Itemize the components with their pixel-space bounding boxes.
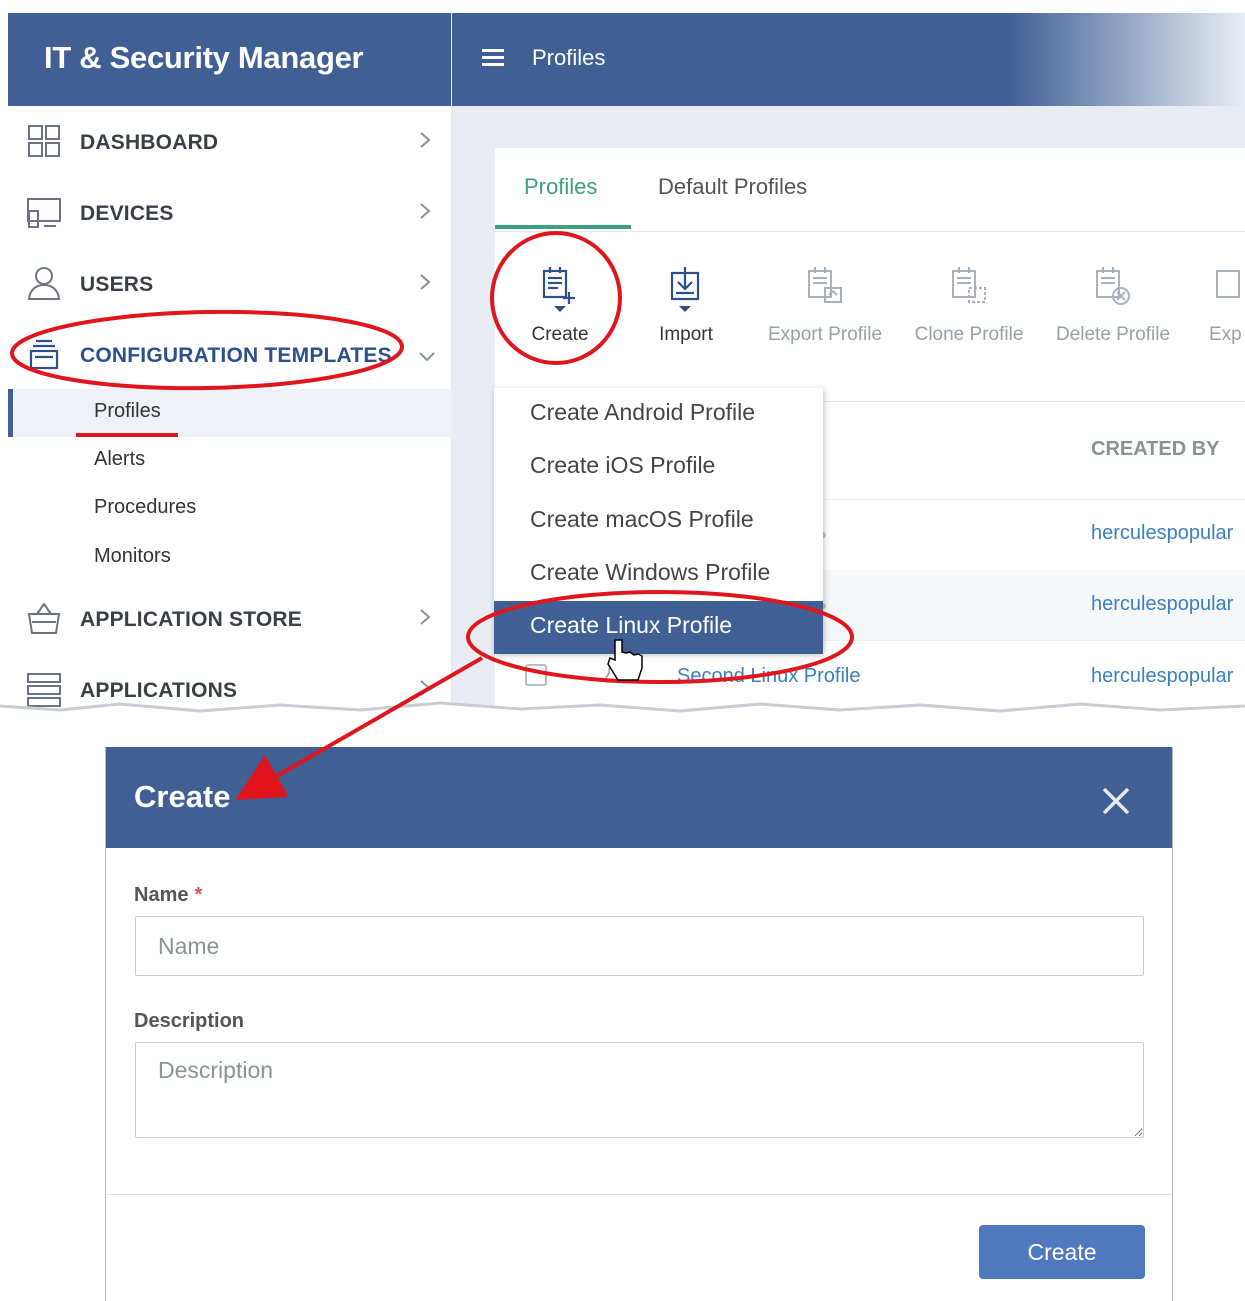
export-label: Exp bbox=[1209, 324, 1242, 345]
store-icon bbox=[27, 602, 61, 634]
column-header-created-by[interactable]: CREATED BY bbox=[1091, 438, 1220, 461]
sidebar-subitem-label: Alerts bbox=[94, 448, 146, 470]
app-title: IT & Security Manager bbox=[8, 13, 451, 106]
create-submit-button[interactable]: Create bbox=[979, 1225, 1145, 1279]
sidebar-item-configuration-templates[interactable]: CONFIGURATION TEMPLATES bbox=[8, 324, 452, 384]
hamburger-menu-icon[interactable] bbox=[482, 49, 504, 67]
close-icon[interactable] bbox=[1100, 785, 1132, 817]
import-button[interactable]: Import bbox=[621, 264, 751, 354]
page-title: Profiles bbox=[532, 45, 606, 70]
chevron-right-icon bbox=[420, 203, 431, 219]
tab-profiles[interactable]: Profiles bbox=[524, 174, 597, 200]
sidebar-subitem-alerts[interactable]: Alerts bbox=[8, 437, 452, 485]
menu-item-create-ios-profile[interactable]: Create iOS Profile bbox=[494, 441, 823, 494]
description-input[interactable] bbox=[135, 1042, 1144, 1138]
menu-item-create-macos-profile[interactable]: Create macOS Profile bbox=[494, 495, 823, 548]
menu-item-create-windows-profile[interactable]: Create Windows Profile bbox=[494, 548, 823, 601]
chevron-right-icon bbox=[420, 274, 431, 290]
sidebar-subitem-procedures[interactable]: Procedures bbox=[8, 485, 452, 533]
import-button-label: Import bbox=[659, 324, 713, 345]
description-field-label: Description bbox=[134, 1010, 245, 1032]
create-profile-icon bbox=[542, 267, 575, 312]
clone-profile-button[interactable]: Clone Profile bbox=[899, 264, 1039, 354]
name-input[interactable] bbox=[135, 916, 1144, 976]
export-profile-button[interactable]: Export Profile bbox=[755, 264, 895, 354]
name-field-label: Name * bbox=[134, 884, 202, 907]
sidebar-item-label: USERS bbox=[80, 273, 154, 296]
dialog-title: Create bbox=[134, 779, 231, 814]
user-icon bbox=[27, 267, 61, 300]
created-by-link[interactable]: herculespopular bbox=[1091, 522, 1233, 545]
create-profile-dialog: Create Name* Description Create bbox=[105, 747, 1173, 1301]
sidebar: DASHBOARD DEVICES USERS CONFIGURATION TE… bbox=[8, 106, 452, 713]
delete-profile-button[interactable]: Delete Profile bbox=[1043, 264, 1183, 354]
torn-edge bbox=[0, 701, 1245, 728]
name-label-text: Name bbox=[134, 884, 189, 906]
delete-profile-icon bbox=[1096, 267, 1130, 305]
sidebar-item-users[interactable]: USERS bbox=[8, 253, 452, 313]
sidebar-subitem-monitors[interactable]: Monitors bbox=[8, 534, 452, 582]
sidebar-item-application-store[interactable]: APPLICATION STORE bbox=[8, 588, 452, 648]
sidebar-subitem-label: Profiles bbox=[94, 400, 161, 422]
menu-item-create-android-profile[interactable]: Create Android Profile bbox=[494, 388, 823, 441]
export-profile-icon bbox=[808, 267, 842, 303]
create-profile-menu: Create Android Profile Create iOS Profil… bbox=[494, 388, 823, 654]
delete-profile-label: Delete Profile bbox=[1055, 324, 1171, 345]
tab-default-profiles[interactable]: Default Profiles bbox=[658, 174, 807, 200]
tab-divider bbox=[495, 231, 1245, 232]
profiles-screen: IT & Security Manager Profiles DASHBOARD… bbox=[8, 13, 1245, 713]
required-marker: * bbox=[194, 884, 203, 906]
sidebar-item-label: CONFIGURATION TEMPLATES bbox=[80, 344, 392, 367]
dialog-header: Create bbox=[106, 747, 1172, 848]
clone-profile-icon bbox=[952, 267, 986, 303]
export-icon bbox=[1216, 270, 1240, 298]
chevron-right-icon bbox=[420, 680, 431, 696]
dashboard-icon bbox=[28, 125, 60, 157]
linux-icon bbox=[604, 664, 622, 683]
sidebar-subitem-profiles[interactable]: Profiles bbox=[8, 389, 452, 437]
export-profile-label: Export Profile bbox=[767, 324, 883, 345]
top-bar: Profiles bbox=[452, 13, 1245, 106]
sidebar-item-label: DASHBOARD bbox=[80, 131, 219, 154]
create-button[interactable]: Create bbox=[495, 264, 625, 354]
export-button[interactable]: Exp bbox=[1203, 264, 1245, 354]
sidebar-subitem-label: Procedures bbox=[94, 496, 197, 518]
dialog-footer-divider bbox=[106, 1194, 1172, 1195]
chevron-down-icon bbox=[419, 352, 435, 362]
row-checkbox[interactable] bbox=[525, 664, 547, 686]
import-icon bbox=[670, 267, 700, 312]
templates-icon bbox=[29, 339, 59, 370]
chevron-right-icon bbox=[420, 132, 431, 148]
devices-icon bbox=[27, 198, 61, 228]
created-by-link[interactable]: herculespopular bbox=[1091, 665, 1233, 688]
sidebar-subitem-label: Monitors bbox=[94, 545, 171, 567]
sidebar-item-dashboard[interactable]: DASHBOARD bbox=[8, 111, 452, 171]
sidebar-item-label: APPLICATION STORE bbox=[80, 608, 302, 631]
sidebar-item-label: DEVICES bbox=[80, 202, 174, 225]
menu-item-create-linux-profile[interactable]: Create Linux Profile bbox=[494, 601, 823, 654]
profile-name-link[interactable]: Second Linux Profile bbox=[677, 665, 860, 688]
create-button-label: Create bbox=[531, 324, 589, 345]
active-tab-indicator bbox=[495, 225, 631, 229]
created-by-link[interactable]: herculespopular bbox=[1091, 593, 1233, 616]
clone-profile-label: Clone Profile bbox=[914, 324, 1024, 345]
sidebar-item-devices[interactable]: DEVICES bbox=[8, 182, 452, 242]
chevron-right-icon bbox=[420, 609, 431, 625]
